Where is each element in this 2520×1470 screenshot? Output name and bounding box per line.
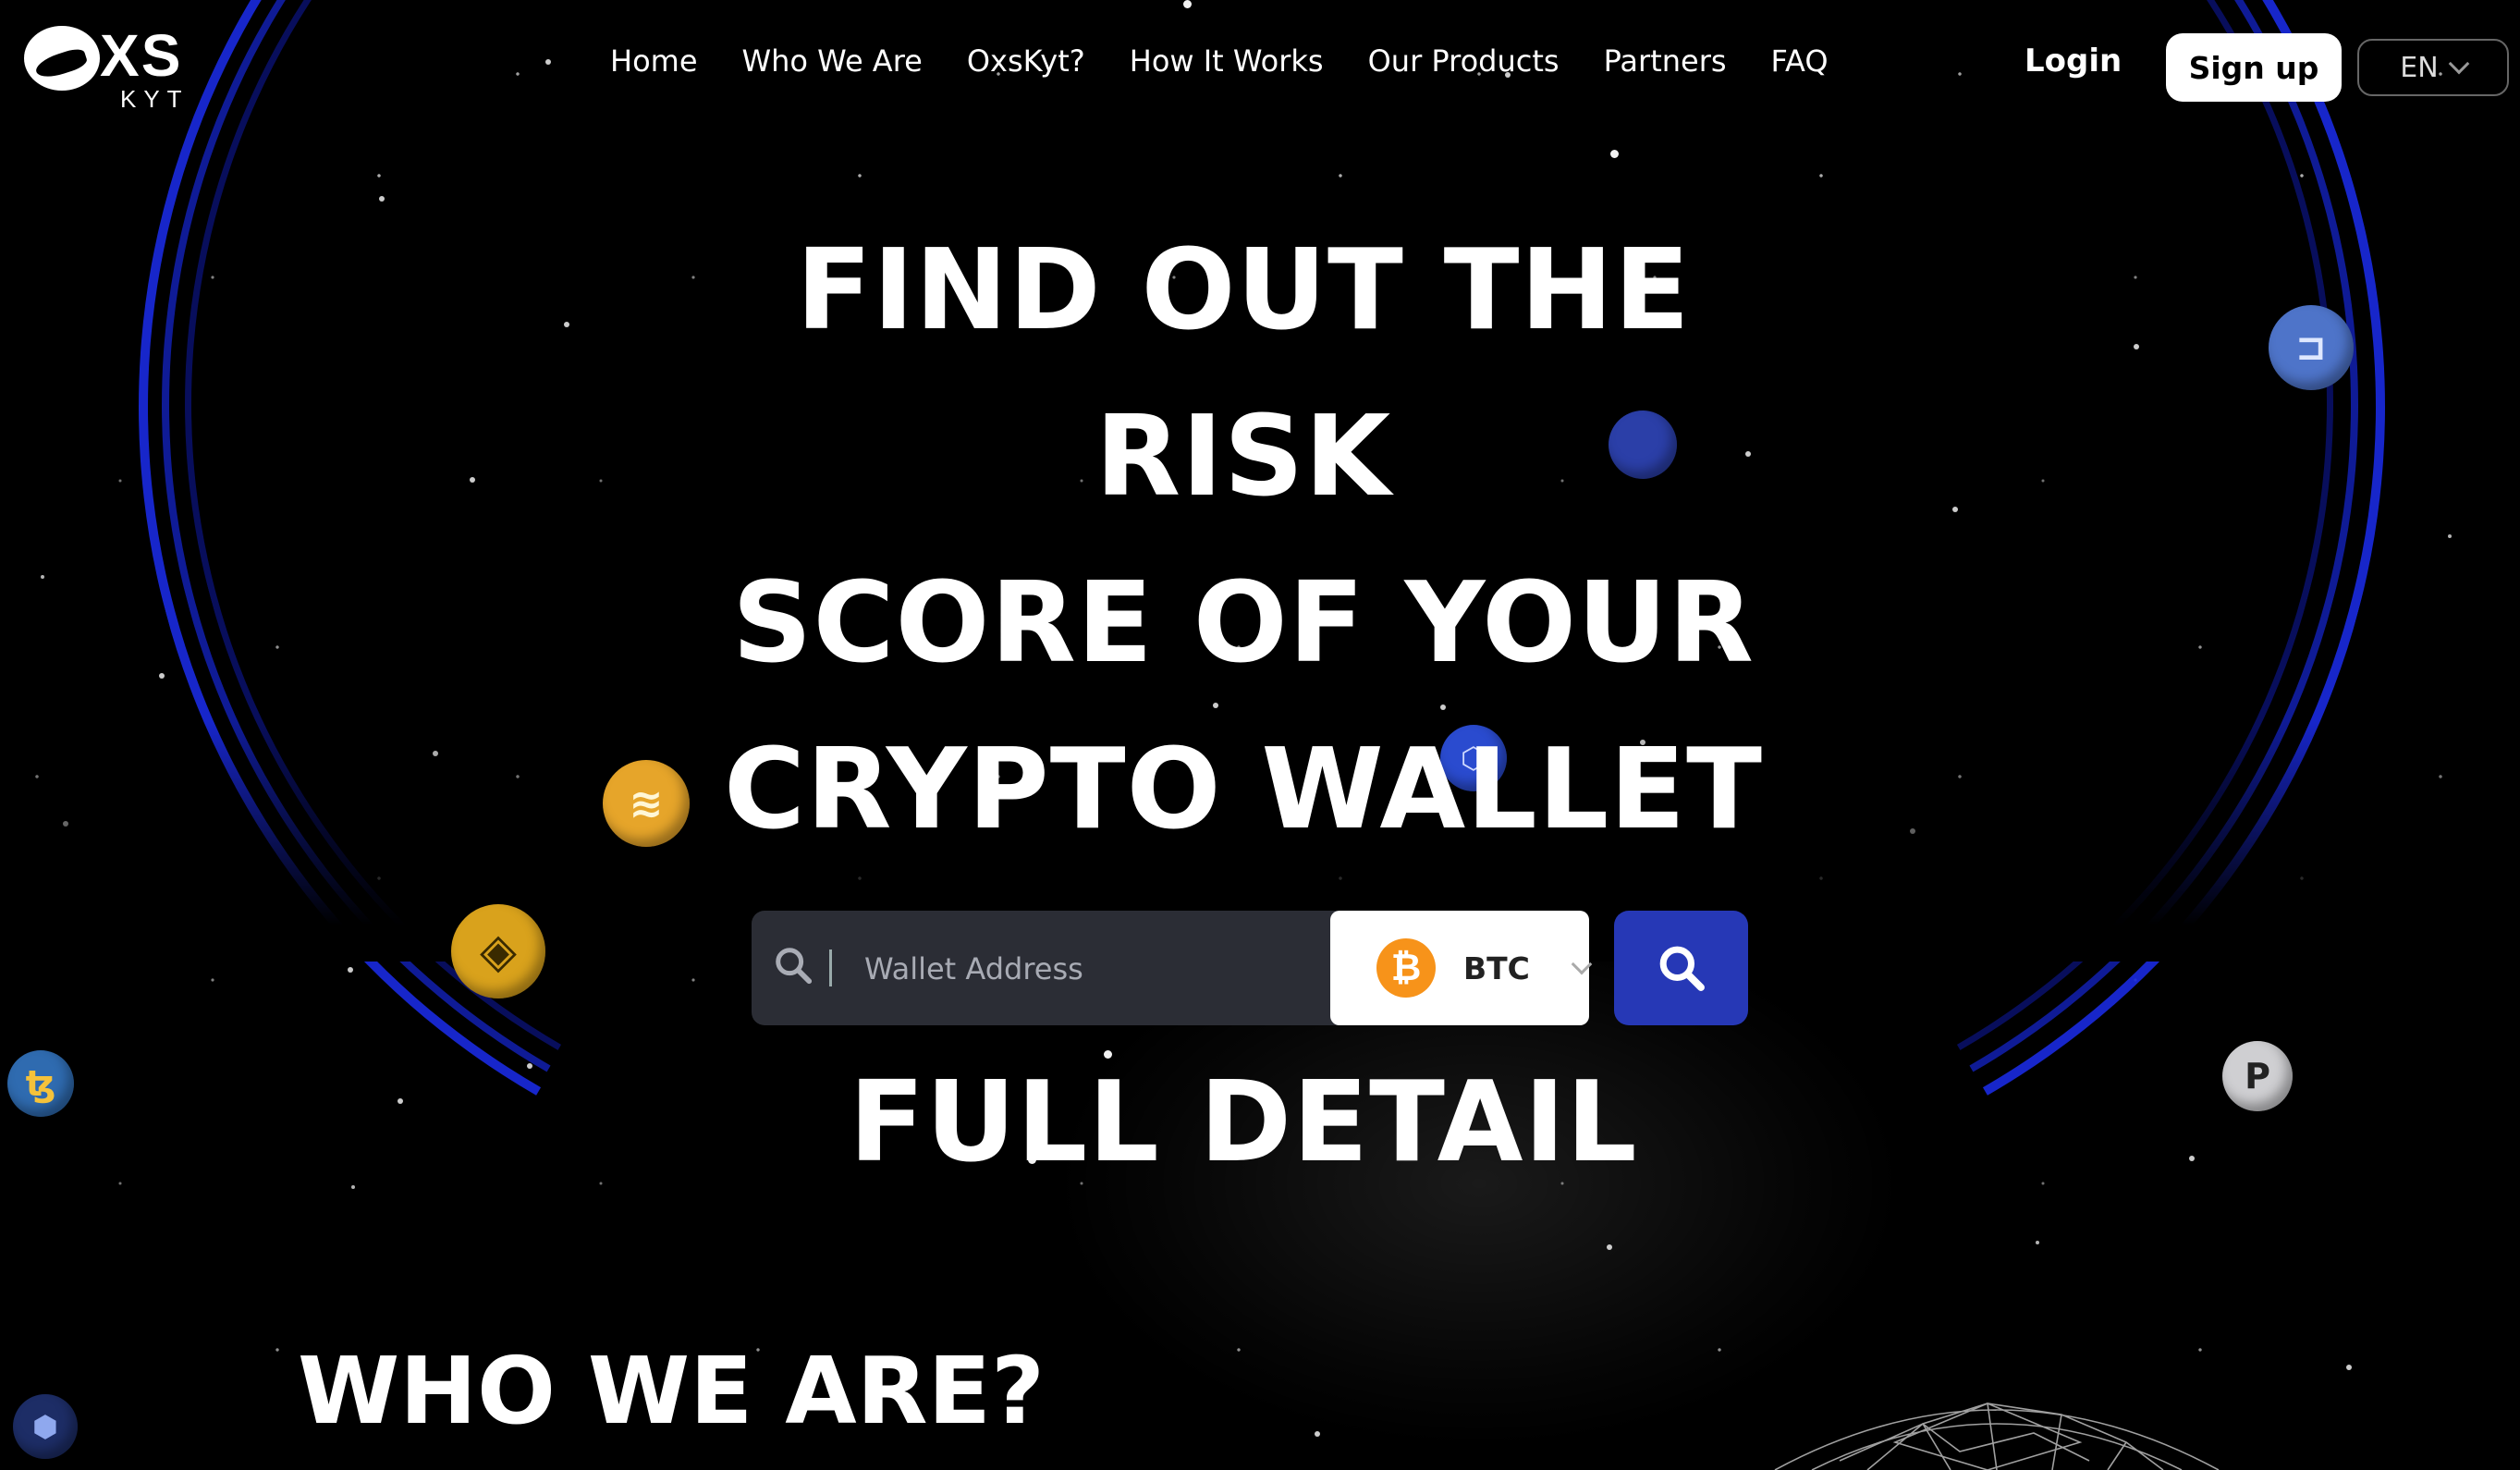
search-icon: [1659, 946, 1705, 991]
wallet-address-field[interactable]: [752, 911, 1343, 1025]
nav-item-home[interactable]: Home: [610, 43, 698, 79]
landing-page: ⊐ ≋ ◈ ꜩ P ⬡ ⬢ XS KYT Home Who We Are Oxs…: [0, 0, 2520, 1470]
chevron-down-icon: [2448, 53, 2470, 75]
coin-selector[interactable]: ₿ BTC: [1330, 911, 1593, 1025]
hero-title-line: SCORE OF YOUR: [732, 559, 1755, 688]
chevron-down-icon: [1571, 953, 1593, 975]
nav-item-our-products[interactable]: Our Products: [1368, 43, 1560, 79]
language-selector[interactable]: EN: [2357, 39, 2509, 96]
star: [2346, 1365, 2352, 1370]
main-navigation: Home Who We Are OxsKyt? How It Works Our…: [610, 37, 1829, 85]
star: [545, 59, 551, 65]
polkadot-coin-icon: P: [2222, 1041, 2293, 1111]
login-link[interactable]: Login: [2025, 43, 2122, 80]
star: [1952, 507, 1958, 512]
wallet-address-input[interactable]: [862, 938, 1328, 999]
star: [351, 1185, 355, 1189]
nav-item-how-it-works[interactable]: How It Works: [1130, 43, 1324, 79]
star: [2134, 344, 2139, 349]
star: [2189, 1156, 2195, 1161]
selected-coin-label: BTC: [1463, 949, 1530, 986]
star: [1610, 150, 1619, 158]
tezos-coin-icon: ꜩ: [7, 1050, 74, 1117]
signup-button[interactable]: Sign up: [2166, 33, 2342, 102]
star: [470, 477, 475, 483]
star: [398, 1098, 403, 1104]
who-we-are-heading: WHO WE ARE?: [298, 1337, 1045, 1445]
search-icon: [776, 948, 813, 985]
nav-item-partners[interactable]: Partners: [1604, 43, 1727, 79]
star: [348, 967, 353, 973]
star: [527, 1063, 532, 1069]
star: [564, 322, 569, 327]
star: [379, 196, 385, 202]
nav-item-faq[interactable]: FAQ: [1771, 43, 1829, 79]
bitcoin-icon: ₿: [1376, 938, 1436, 998]
search-button[interactable]: [1614, 911, 1748, 1025]
language-label: EN: [2400, 51, 2439, 84]
oxs-kyt-logo[interactable]: XS KYT: [24, 20, 190, 113]
star: [159, 673, 165, 679]
wallet-search-bar: ₿ BTC: [752, 911, 1748, 1025]
nav-item-oxskyt[interactable]: OxsKyt?: [967, 43, 1085, 79]
logo-subtext: KYT: [120, 85, 190, 113]
search-divider: [829, 949, 832, 986]
hero-title-line: FULL DETAIL: [849, 1059, 1638, 1187]
star: [41, 575, 44, 579]
star: [2448, 534, 2452, 538]
cronos-coin-icon: ⬢: [13, 1394, 78, 1459]
star: [1315, 1431, 1320, 1437]
star: [1607, 1244, 1612, 1250]
hero-title-line: FIND OUT THE RISK: [796, 227, 1691, 521]
hero-title: FIND OUT THE RISK SCORE OF YOUR CRYPTO W…: [647, 208, 1840, 1207]
binance-coin-icon: ◈: [451, 904, 545, 998]
logo-bull-mark: [24, 26, 100, 91]
dash-coin-icon: ⊐: [2269, 305, 2354, 390]
wireframe-globe-graphic: [1774, 1403, 2220, 1470]
star: [2036, 1241, 2039, 1244]
star: [1183, 0, 1192, 8]
logo-text: XS: [100, 22, 183, 89]
nav-item-who-we-are[interactable]: Who We Are: [742, 43, 923, 79]
